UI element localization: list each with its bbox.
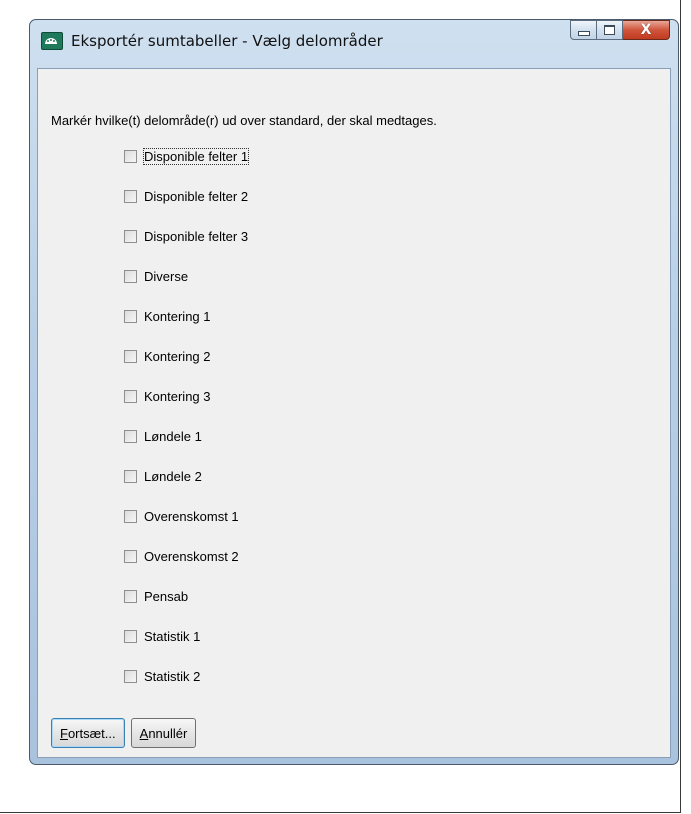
option-statistik-1[interactable]: Statistik 1 — [124, 627, 200, 645]
maximize-button[interactable] — [597, 20, 623, 40]
checkbox[interactable] — [124, 549, 137, 563]
checkbox[interactable] — [124, 269, 137, 283]
option-label[interactable]: Disponible felter 1 — [142, 147, 250, 165]
checkbox[interactable] — [124, 349, 137, 363]
checkbox[interactable] — [124, 149, 137, 163]
option-disponible-felter-2[interactable]: Disponible felter 2 — [124, 187, 248, 205]
option-label[interactable]: Overenskomst 2 — [144, 549, 239, 564]
minimize-button[interactable] — [570, 20, 597, 40]
option-pensab[interactable]: Pensab — [124, 587, 188, 605]
cancel-button[interactable]: Annullér — [130, 718, 197, 748]
instruction-text: Markér hvilke(t) delområde(r) ud over st… — [51, 113, 437, 128]
option-label[interactable]: Disponible felter 3 — [144, 229, 248, 244]
window-title: Eksportér sumtabeller - Vælg delområder — [71, 32, 383, 50]
checkbox[interactable] — [124, 589, 137, 603]
checkbox[interactable] — [124, 229, 137, 243]
option-kontering-2[interactable]: Kontering 2 — [124, 347, 211, 365]
option-label[interactable]: Kontering 2 — [144, 349, 211, 364]
option-kontering-1[interactable]: Kontering 1 — [124, 307, 211, 325]
continue-mnemonic: F — [60, 725, 68, 741]
checkbox[interactable] — [124, 309, 137, 323]
checkbox[interactable] — [124, 629, 137, 643]
option-label[interactable]: Disponible felter 2 — [144, 189, 248, 204]
option-loendele-1[interactable]: Løndele 1 — [124, 427, 202, 445]
maximize-icon — [604, 25, 615, 35]
checkbox[interactable] — [124, 389, 137, 403]
cancel-mnemonic: A — [139, 725, 149, 741]
app-icon — [41, 32, 63, 50]
option-label[interactable]: Pensab — [144, 589, 188, 604]
window-controls: X — [570, 20, 670, 42]
continue-label: ortsæt... — [67, 725, 116, 741]
option-statistik-2[interactable]: Statistik 2 — [124, 667, 200, 685]
option-kontering-3[interactable]: Kontering 3 — [124, 387, 211, 405]
minimize-icon — [577, 30, 590, 36]
close-button[interactable]: X — [623, 20, 670, 40]
option-disponible-felter-3[interactable]: Disponible felter 3 — [124, 227, 248, 245]
cancel-label: nnullér — [148, 725, 188, 741]
dialog-window: Eksportér sumtabeller - Vælg delområder … — [29, 19, 679, 765]
option-overenskomst-1[interactable]: Overenskomst 1 — [124, 507, 239, 525]
option-label[interactable]: Overenskomst 1 — [144, 509, 239, 524]
checkbox[interactable] — [124, 469, 137, 483]
option-label[interactable]: Statistik 1 — [144, 629, 200, 644]
checkbox[interactable] — [124, 429, 137, 443]
option-loendele-2[interactable]: Løndele 2 — [124, 467, 202, 485]
option-label[interactable]: Diverse — [144, 269, 188, 284]
option-diverse[interactable]: Diverse — [124, 267, 188, 285]
continue-button[interactable]: Fortsæt... — [51, 718, 125, 748]
checkbox[interactable] — [124, 669, 137, 683]
close-icon: X — [640, 22, 652, 38]
option-label[interactable]: Statistik 2 — [144, 669, 200, 684]
option-overenskomst-2[interactable]: Overenskomst 2 — [124, 547, 239, 565]
option-label[interactable]: Løndele 2 — [144, 469, 202, 484]
checkbox[interactable] — [124, 509, 137, 523]
option-disponible-felter-1[interactable]: Disponible felter 1 — [124, 147, 250, 165]
checkbox[interactable] — [124, 189, 137, 203]
button-row: Fortsæt... Annullér — [51, 718, 202, 748]
option-label[interactable]: Kontering 1 — [144, 309, 211, 324]
title-bar[interactable]: Eksportér sumtabeller - Vælg delområder … — [30, 20, 678, 68]
option-label[interactable]: Kontering 3 — [144, 389, 211, 404]
option-label[interactable]: Løndele 1 — [144, 429, 202, 444]
dialog-content: Markér hvilke(t) delområde(r) ud over st… — [37, 68, 671, 758]
